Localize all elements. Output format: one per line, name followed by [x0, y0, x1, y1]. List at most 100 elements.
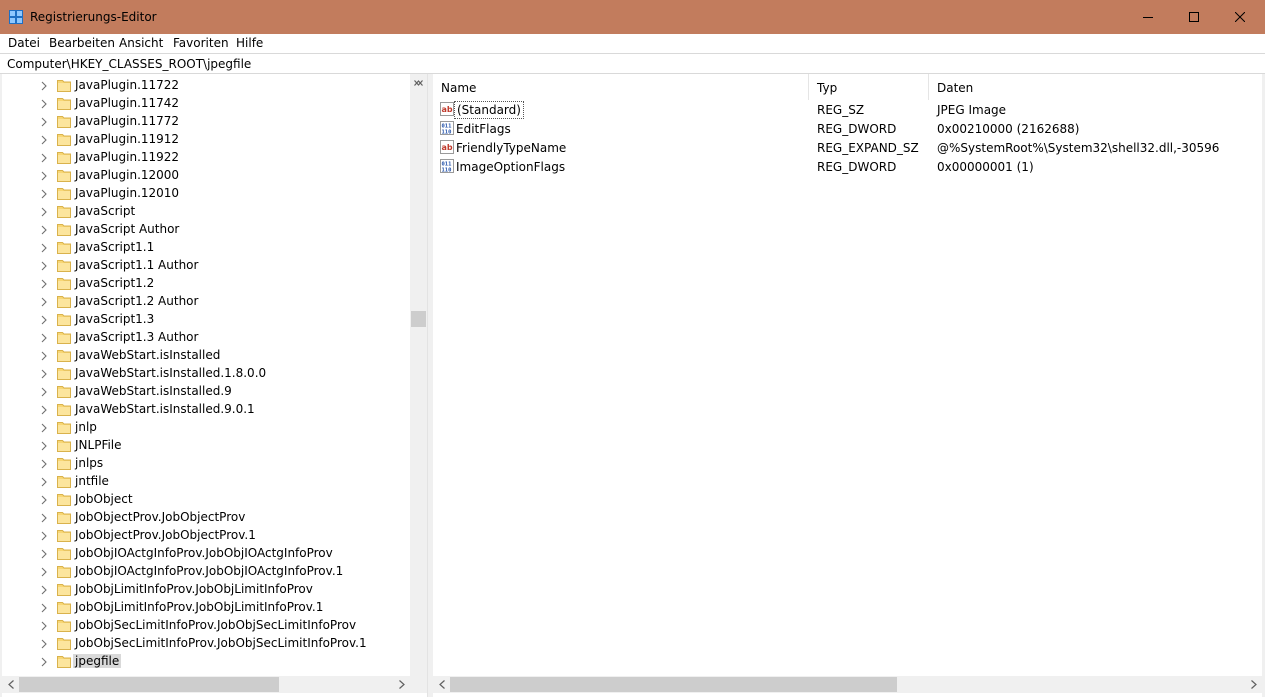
- tree-item[interactable]: JavaScript1.1: [2, 238, 410, 256]
- expand-chevron-icon[interactable]: [39, 98, 49, 109]
- scroll-right-button[interactable]: [393, 676, 410, 693]
- address-bar[interactable]: Computer\HKEY_CLASSES_ROOT\jpegfile: [0, 53, 1265, 74]
- menu-datei[interactable]: Datei: [8, 36, 40, 50]
- values-horizontal-scroll-thumb[interactable]: [450, 677, 897, 692]
- tree-item[interactable]: JobObjectProv.JobObjectProv.1: [2, 526, 410, 544]
- values-scroll-left-button[interactable]: [433, 676, 450, 693]
- chevron-down-icon: [414, 79, 423, 86]
- tree-item[interactable]: JavaScript Author: [2, 220, 410, 238]
- expand-chevron-icon[interactable]: [39, 494, 49, 505]
- expand-chevron-icon[interactable]: [39, 152, 49, 163]
- maximize-button[interactable]: [1171, 0, 1217, 34]
- minimize-button[interactable]: [1125, 0, 1171, 34]
- menu-hilfe[interactable]: Hilfe: [236, 36, 263, 50]
- expand-chevron-icon[interactable]: [39, 314, 49, 325]
- tree-item[interactable]: JobObjIOActgInfoProv.JobObjIOActgInfoPro…: [2, 562, 410, 580]
- scroll-down-button[interactable]: [410, 74, 427, 91]
- tree-item[interactable]: JobObjSecLimitInfoProv.JobObjSecLimitInf…: [2, 616, 410, 634]
- expand-chevron-icon[interactable]: [39, 620, 49, 631]
- expand-chevron-icon[interactable]: [39, 584, 49, 595]
- tree-item[interactable]: JobObjSecLimitInfoProv.JobObjSecLimitInf…: [2, 634, 410, 652]
- tree-item[interactable]: JavaWebStart.isInstalled.1.8.0.0: [2, 364, 410, 382]
- address-path[interactable]: Computer\HKEY_CLASSES_ROOT\jpegfile: [7, 57, 251, 71]
- expand-chevron-icon[interactable]: [39, 350, 49, 361]
- expand-chevron-icon[interactable]: [39, 188, 49, 199]
- column-header-type[interactable]: Typ: [809, 74, 929, 100]
- tree-item[interactable]: JavaScript: [2, 202, 410, 220]
- tree-item[interactable]: JavaPlugin.11722: [2, 76, 410, 94]
- tree-item[interactable]: JavaPlugin.11742: [2, 94, 410, 112]
- tree-item[interactable]: JavaPlugin.11912: [2, 130, 410, 148]
- expand-chevron-icon[interactable]: [39, 530, 49, 541]
- tree-item[interactable]: JavaScript1.2: [2, 274, 410, 292]
- menu-bearbeiten[interactable]: Bearbeiten: [49, 36, 115, 50]
- close-button[interactable]: [1217, 0, 1263, 34]
- expand-chevron-icon[interactable]: [39, 404, 49, 415]
- expand-chevron-icon[interactable]: [39, 656, 49, 667]
- tree-item[interactable]: JavaPlugin.11922: [2, 148, 410, 166]
- expand-chevron-icon[interactable]: [39, 260, 49, 271]
- tree-item[interactable]: JavaPlugin.12010: [2, 184, 410, 202]
- tree-item[interactable]: jnlps: [2, 454, 410, 472]
- expand-chevron-icon[interactable]: [39, 134, 49, 145]
- tree-item[interactable]: JavaWebStart.isInstalled: [2, 346, 410, 364]
- tree-item[interactable]: JobObjLimitInfoProv.JobObjLimitInfoProv: [2, 580, 410, 598]
- expand-chevron-icon[interactable]: [39, 638, 49, 649]
- expand-chevron-icon[interactable]: [39, 368, 49, 379]
- tree-item[interactable]: JavaScript1.3: [2, 310, 410, 328]
- tree-item-label: JavaWebStart.isInstalled: [75, 348, 221, 362]
- scroll-left-button[interactable]: [2, 676, 19, 693]
- expand-chevron-icon[interactable]: [39, 332, 49, 343]
- menu-ansicht[interactable]: Ansicht: [119, 36, 163, 50]
- tree-item[interactable]: JNLPFile: [2, 436, 410, 454]
- value-row[interactable]: 011 110 ImageOptionFlags REG_DWORD 0x0000000…: [433, 157, 1262, 176]
- expand-chevron-icon[interactable]: [39, 602, 49, 613]
- expand-chevron-icon[interactable]: [39, 224, 49, 235]
- tree-item[interactable]: JobObject: [2, 490, 410, 508]
- tree-item[interactable]: JavaPlugin.11772: [2, 112, 410, 130]
- column-header-name[interactable]: Name: [433, 74, 809, 100]
- svg-text:110: 110: [442, 168, 452, 174]
- tree-item[interactable]: JavaScript1.3 Author: [2, 328, 410, 346]
- expand-chevron-icon[interactable]: [39, 242, 49, 253]
- expand-chevron-icon[interactable]: [39, 206, 49, 217]
- tree-horizontal-scrollbar[interactable]: [2, 676, 410, 693]
- tree-item-selected[interactable]: jpegfile: [2, 652, 410, 670]
- expand-chevron-icon[interactable]: [39, 566, 49, 577]
- value-row[interactable]: ab FriendlyTypeName REG_EXPAND_SZ @%SystemR…: [433, 138, 1262, 157]
- tree-item[interactable]: JobObjectProv.JobObjectProv: [2, 508, 410, 526]
- expand-chevron-icon[interactable]: [39, 476, 49, 487]
- tree-item[interactable]: JobObjLimitInfoProv.JobObjLimitInfoProv.…: [2, 598, 410, 616]
- expand-chevron-icon[interactable]: [39, 512, 49, 523]
- expand-chevron-icon[interactable]: [39, 386, 49, 397]
- expand-chevron-icon[interactable]: [39, 278, 49, 289]
- tree-item[interactable]: JavaWebStart.isInstalled.9.0.1: [2, 400, 410, 418]
- expand-chevron-icon[interactable]: [39, 296, 49, 307]
- tree-vertical-scrollbar[interactable]: [410, 74, 427, 676]
- tree-item[interactable]: jntfile: [2, 472, 410, 490]
- tree-item[interactable]: JavaWebStart.isInstalled.9: [2, 382, 410, 400]
- expand-chevron-icon[interactable]: [39, 548, 49, 559]
- value-row[interactable]: 011 110 EditFlags REG_DWORD 0x00210000 (2162…: [433, 119, 1262, 138]
- values-horizontal-scrollbar[interactable]: [433, 676, 1262, 693]
- menu-favoriten[interactable]: Favoriten: [173, 36, 229, 50]
- values-scroll-right-button[interactable]: [1245, 676, 1262, 693]
- tree-item[interactable]: JobObjIOActgInfoProv.JobObjIOActgInfoPro…: [2, 544, 410, 562]
- expand-chevron-icon[interactable]: [39, 422, 49, 433]
- expand-chevron-icon[interactable]: [39, 116, 49, 127]
- tree-item[interactable]: jnlp: [2, 418, 410, 436]
- key-tree-pane[interactable]: JavaPlugin.11722 JavaPlugin.11742 JavaPlug…: [2, 74, 428, 697]
- tree-item[interactable]: JavaScript1.1 Author: [2, 256, 410, 274]
- expand-chevron-icon[interactable]: [39, 170, 49, 181]
- tree-horizontal-scroll-thumb[interactable]: [19, 677, 279, 692]
- expand-chevron-icon[interactable]: [39, 80, 49, 91]
- expand-chevron-icon[interactable]: [39, 440, 49, 451]
- folder-icon: [56, 419, 72, 435]
- expand-chevron-icon[interactable]: [39, 458, 49, 469]
- column-header-data[interactable]: Daten: [929, 74, 1262, 100]
- values-pane[interactable]: Name Typ Daten ab (Standard) REG_SZ JPEG Im…: [433, 74, 1262, 697]
- value-row[interactable]: ab (Standard) REG_SZ JPEG Image: [433, 100, 1262, 119]
- tree-item[interactable]: JavaScript1.2 Author: [2, 292, 410, 310]
- tree-vertical-scroll-thumb[interactable]: [411, 311, 426, 327]
- tree-item[interactable]: JavaPlugin.12000: [2, 166, 410, 184]
